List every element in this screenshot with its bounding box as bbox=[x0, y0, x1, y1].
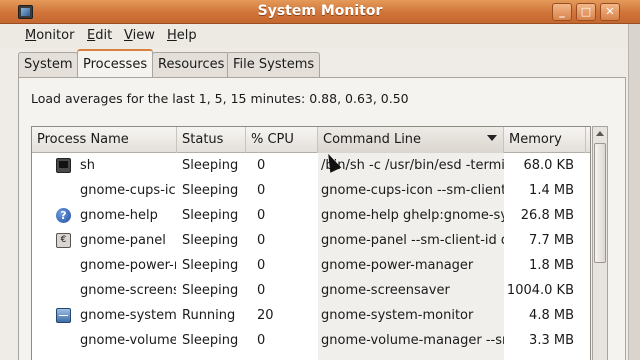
terminal-icon bbox=[56, 158, 71, 173]
process-command-line: gnome-panel --sm-client-id d bbox=[321, 233, 504, 248]
process-status: Sleeping bbox=[182, 208, 239, 223]
process-command-line: gnome-screensaver bbox=[321, 283, 450, 298]
window-right-edge bbox=[628, 24, 640, 360]
process-status: Sleeping bbox=[182, 158, 239, 173]
window-title: System Monitor bbox=[257, 3, 383, 19]
tab-file-systems[interactable]: File Systems bbox=[227, 52, 321, 77]
help-icon: ? bbox=[56, 208, 71, 223]
table-row[interactable]: sh Sleeping 0 /bin/sh -c /usr/bin/esd -t… bbox=[32, 153, 590, 178]
tab-system[interactable]: System bbox=[18, 52, 79, 77]
table-row[interactable]: gnome-system-monitor Running 20 gnome-sy… bbox=[32, 303, 590, 328]
process-command-line: gnome-cups-icon --sm-client-id bbox=[321, 183, 504, 198]
process-command-line: gnome-system-monitor bbox=[321, 308, 474, 323]
process-command-line: /bin/sh -c /usr/bin/esd -terminate bbox=[321, 158, 504, 173]
process-memory: 4.8 MB bbox=[529, 308, 574, 323]
load-averages-label: Load averages for the last 1, 5, 15 minu… bbox=[31, 91, 409, 106]
sort-descending-icon bbox=[487, 135, 497, 141]
column-header-overflow[interactable] bbox=[586, 127, 590, 153]
tab-processes[interactable]: Processes bbox=[77, 49, 154, 78]
menu-help[interactable]: Help bbox=[167, 28, 197, 43]
process-table[interactable]: Process Name Status % CPU Command Line M… bbox=[31, 126, 591, 360]
process-status: Sleeping bbox=[182, 183, 239, 198]
process-name: gnome-system-monitor bbox=[80, 308, 176, 323]
table-header: Process Name Status % CPU Command Line M… bbox=[32, 127, 590, 153]
process-command-line: gnome-help ghelp:gnome-system bbox=[321, 208, 504, 223]
process-memory: 26.8 MB bbox=[520, 208, 574, 223]
process-status: Running bbox=[182, 308, 236, 323]
table-row[interactable]: € gnome-panel Sleeping 0 gnome-panel --s… bbox=[32, 228, 590, 253]
minimize-button[interactable]: _ bbox=[552, 3, 572, 21]
process-status: Sleeping bbox=[182, 333, 239, 348]
process-cpu: 0 bbox=[257, 333, 266, 348]
column-header-memory[interactable]: Memory bbox=[504, 127, 586, 153]
process-memory: 7.7 MB bbox=[529, 233, 574, 248]
system-monitor-icon bbox=[56, 308, 71, 323]
process-memory: 3.3 MB bbox=[529, 333, 574, 348]
menu-edit[interactable]: Edit bbox=[87, 28, 112, 43]
process-name: gnome-panel bbox=[80, 233, 166, 248]
process-memory: 1.8 MB bbox=[529, 258, 574, 273]
process-status: Sleeping bbox=[182, 233, 239, 248]
process-name: gnome-volume-manager bbox=[80, 333, 176, 348]
column-header-cpu[interactable]: % CPU bbox=[246, 127, 318, 153]
vertical-scrollbar[interactable] bbox=[592, 126, 608, 360]
menu-monitor[interactable]: Monitor bbox=[25, 28, 74, 43]
process-name: gnome-help bbox=[80, 208, 158, 223]
process-memory: 1004.0 KB bbox=[506, 283, 574, 298]
tab-resources[interactable]: Resources bbox=[152, 52, 231, 77]
process-cpu: 0 bbox=[257, 183, 266, 198]
title-bar[interactable]: System Monitor _ □ ✕ bbox=[0, 0, 640, 24]
column-header-command-line-label: Command Line bbox=[323, 132, 422, 147]
menu-view[interactable]: View bbox=[124, 28, 155, 43]
process-memory: 68.0 KB bbox=[523, 158, 574, 173]
process-cpu: 0 bbox=[257, 208, 266, 223]
process-cpu: 0 bbox=[257, 283, 266, 298]
process-cpu: 20 bbox=[257, 308, 274, 323]
process-status: Sleeping bbox=[182, 283, 239, 298]
process-name: gnome-cups-icon bbox=[80, 183, 176, 198]
maximize-button[interactable]: □ bbox=[576, 3, 596, 21]
table-row[interactable]: ? gnome-help Sleeping 0 gnome-help ghelp… bbox=[32, 203, 590, 228]
process-name: gnome-screensaver bbox=[80, 283, 176, 298]
table-row[interactable]: gnome-cups-icon Sleeping 0 gnome-cups-ic… bbox=[32, 178, 590, 203]
panel-icon: € bbox=[56, 233, 71, 248]
table-row[interactable]: gnome-volume-manager Sleeping 0 gnome-vo… bbox=[32, 328, 590, 353]
column-header-command-line[interactable]: Command Line bbox=[318, 127, 504, 153]
scroll-up-icon[interactable] bbox=[596, 131, 604, 136]
column-header-process-name[interactable]: Process Name bbox=[32, 127, 177, 153]
table-row[interactable]: gnome-power-manager Sleeping 0 gnome-pow… bbox=[32, 253, 590, 278]
close-button[interactable]: ✕ bbox=[600, 3, 620, 21]
process-cpu: 0 bbox=[257, 258, 266, 273]
process-command-line: gnome-power-manager bbox=[321, 258, 474, 273]
process-memory: 1.4 MB bbox=[529, 183, 574, 198]
column-header-status[interactable]: Status bbox=[177, 127, 246, 153]
process-name: gnome-power-manager bbox=[80, 258, 176, 273]
scrollbar-thumb[interactable] bbox=[594, 143, 606, 263]
process-status: Sleeping bbox=[182, 258, 239, 273]
process-command-line: gnome-volume-manager --sm bbox=[321, 333, 504, 348]
process-cpu: 0 bbox=[257, 158, 266, 173]
process-cpu: 0 bbox=[257, 233, 266, 248]
menu-bar: Monitor Edit View Help bbox=[0, 24, 640, 48]
table-row[interactable]: gnome-screensaver Sleeping 0 gnome-scree… bbox=[32, 278, 590, 303]
process-name: sh bbox=[80, 158, 96, 173]
